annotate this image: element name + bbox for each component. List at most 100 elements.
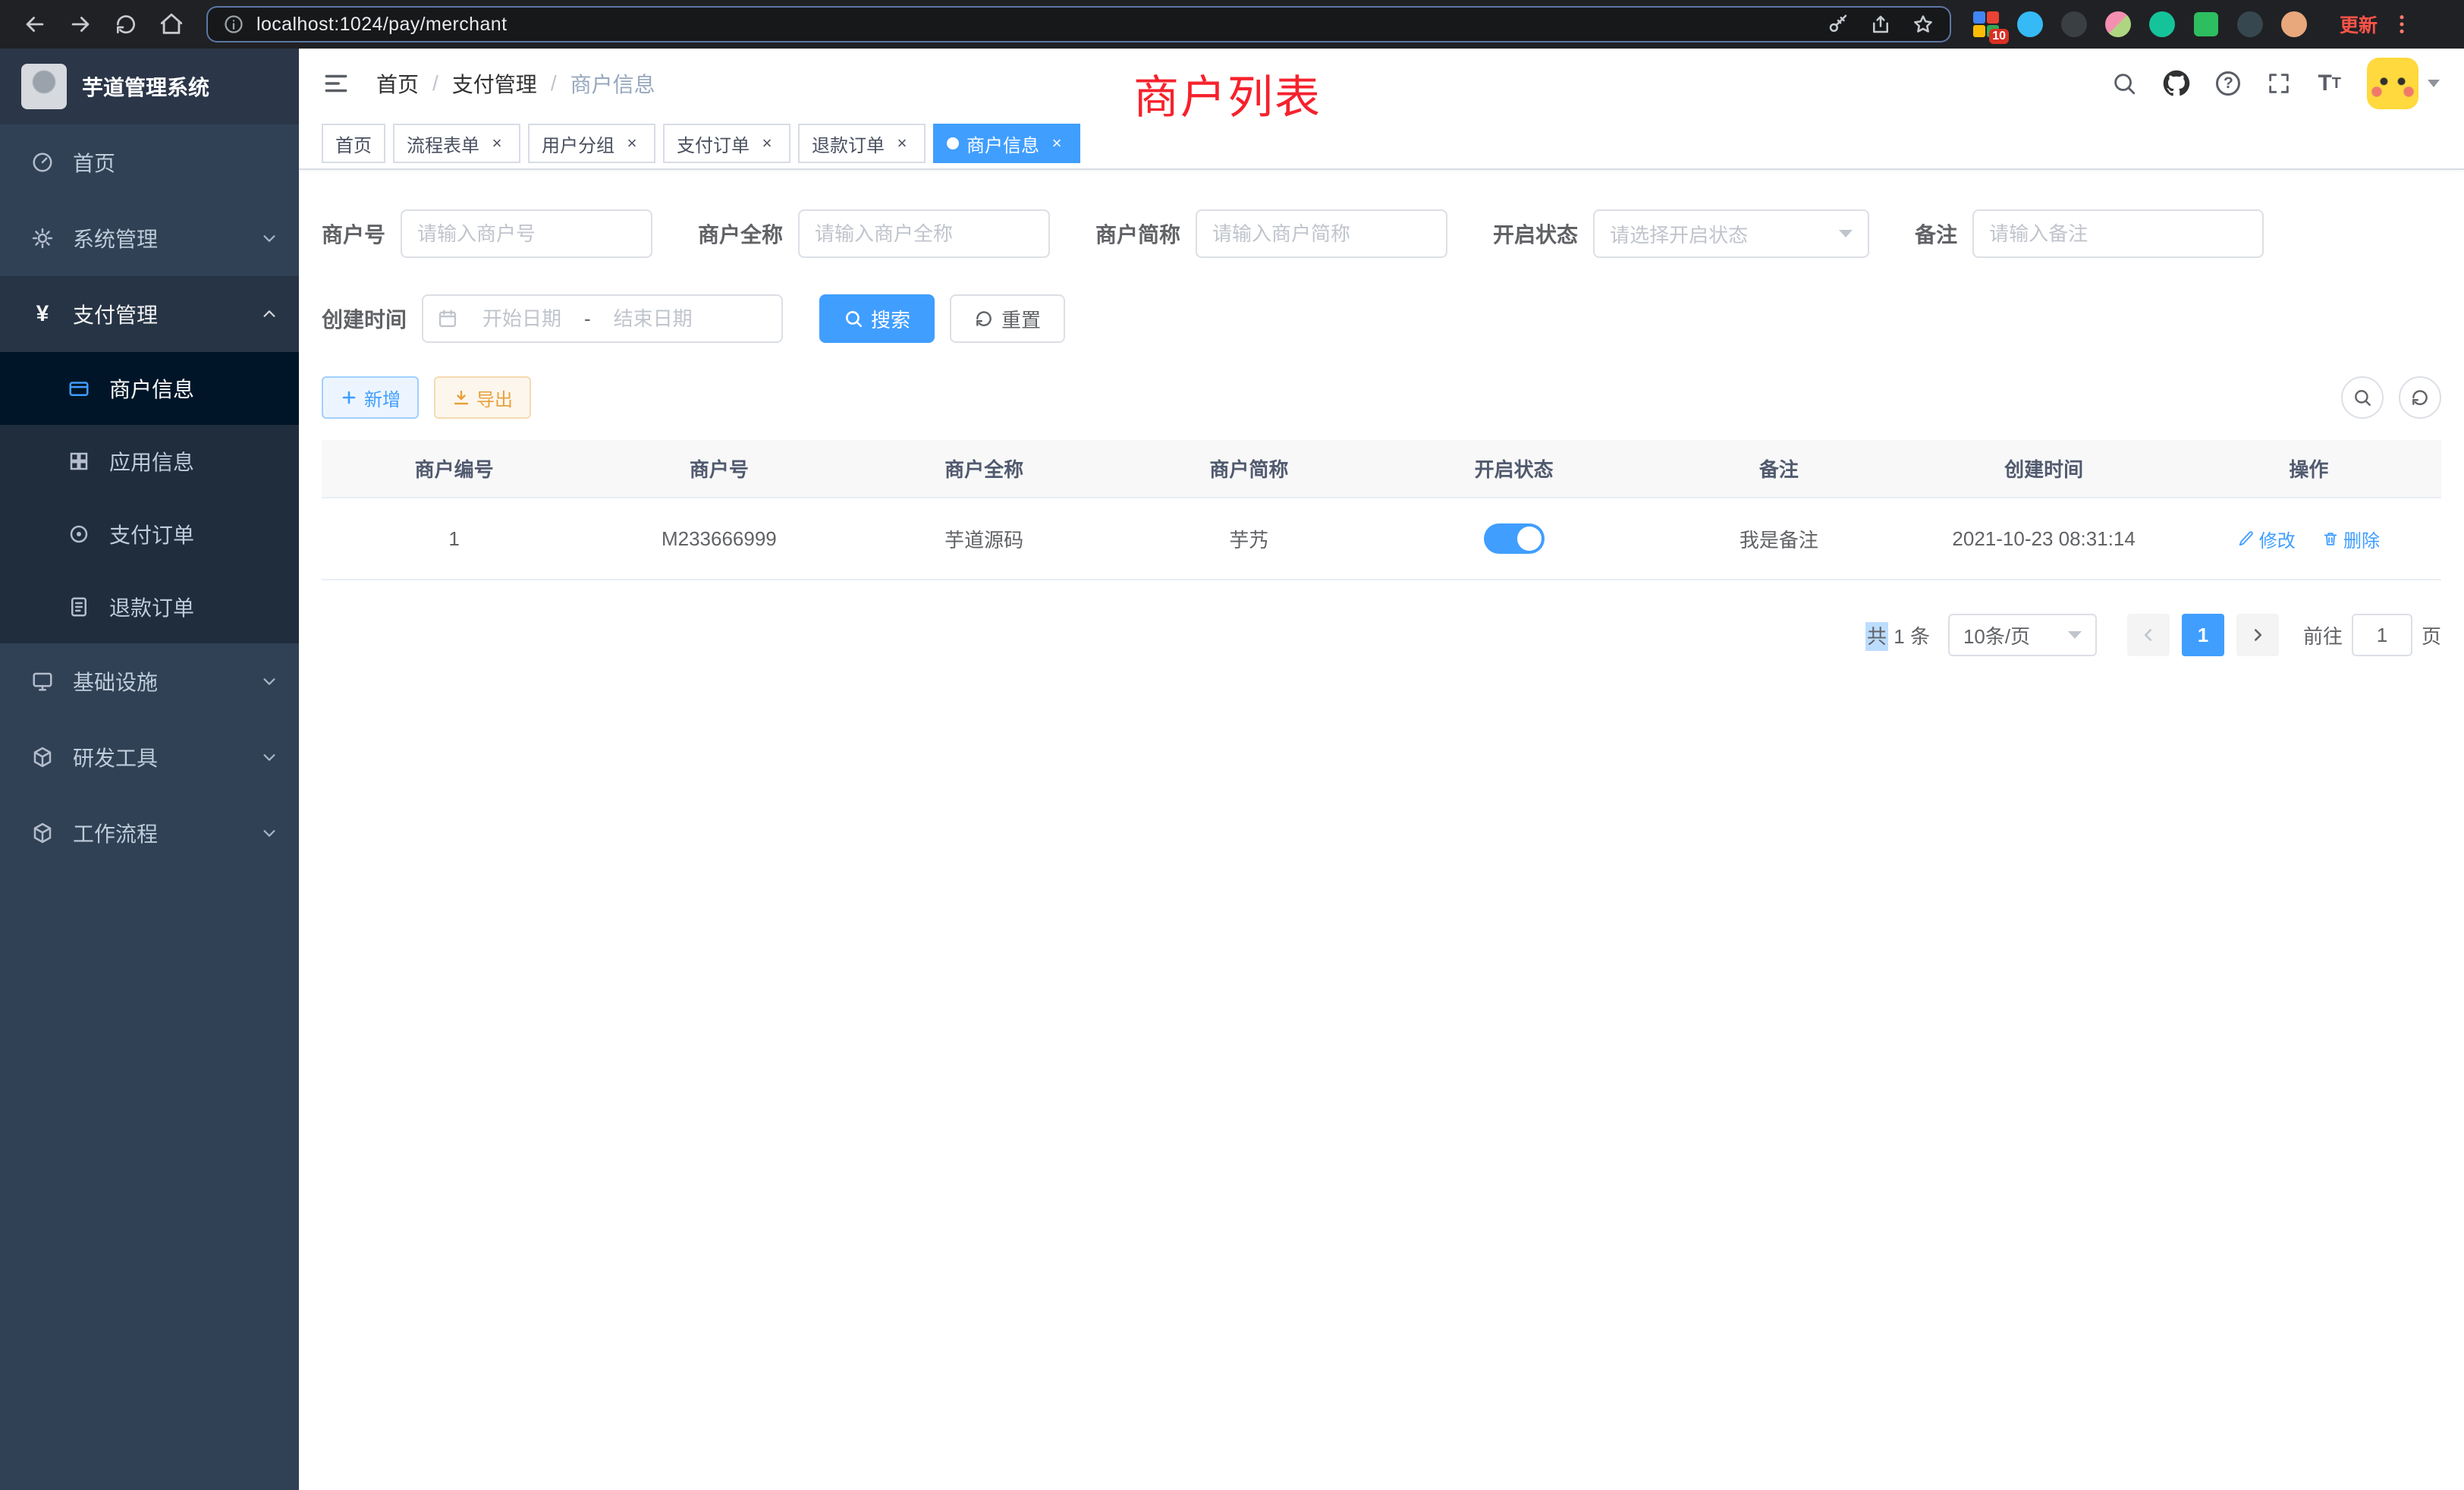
next-page-button[interactable] — [2236, 614, 2279, 656]
extension-orange-icon[interactable] — [2280, 11, 2308, 38]
sidebar-item-home[interactable]: 首页 — [0, 124, 299, 200]
tab-merchant-info[interactable]: 商户信息× — [933, 124, 1080, 163]
box-icon — [29, 746, 56, 769]
filter-status: 开启状态 请选择开启状态 — [1493, 209, 1869, 258]
search-button[interactable]: 搜索 — [819, 294, 935, 343]
goto-page-input[interactable] — [2352, 614, 2412, 656]
tab-close-icon[interactable]: × — [1047, 134, 1067, 153]
status-select[interactable]: 请选择开启状态 — [1593, 209, 1869, 258]
sidebar-item-pay-order[interactable]: 支付订单 — [0, 498, 299, 571]
filter-remark: 备注 — [1915, 209, 2264, 258]
sidebar-item-app-info[interactable]: 应用信息 — [0, 425, 299, 498]
start-date-input[interactable] — [466, 307, 578, 331]
tab-pay-order[interactable]: 支付订单× — [663, 124, 790, 163]
tabs-bar: 首页 流程表单× 用户分组× 支付订单× 退款订单× 商户信息× — [299, 118, 2464, 170]
password-key-icon[interactable] — [1827, 13, 1850, 36]
extension-drop-icon[interactable] — [2016, 11, 2044, 38]
breadcrumb-separator: / — [551, 71, 557, 96]
monitor-icon — [29, 670, 56, 693]
fullscreen-icon[interactable] — [2266, 71, 2292, 96]
site-info-icon[interactable] — [223, 14, 244, 35]
sidebar-item-dev-tools[interactable]: 研发工具 — [0, 719, 299, 795]
filter-row-1: 商户号 商户全称 商户简称 开启状态 请选择开启状态 备注 — [322, 209, 2441, 258]
tab-close-icon[interactable]: × — [892, 134, 912, 153]
header-search-icon[interactable] — [2111, 71, 2137, 96]
browser-home-icon[interactable] — [152, 5, 191, 44]
card-icon — [65, 377, 93, 400]
sidebar-item-refund-order[interactable]: 退款订单 — [0, 571, 299, 643]
browser-back-icon[interactable] — [15, 5, 55, 44]
column-header-actions: 操作 — [2176, 440, 2441, 498]
extension-green-circle-icon[interactable] — [2148, 11, 2176, 38]
bookmark-star-icon[interactable] — [1912, 13, 1934, 36]
browser-menu-icon[interactable] — [2390, 12, 2414, 36]
cell-actions: 修改 删除 — [2176, 498, 2441, 580]
prev-page-button[interactable] — [2127, 614, 2170, 656]
app-logo: 芋道管理系统 — [0, 49, 299, 124]
sidebar-item-system[interactable]: 系统管理 — [0, 200, 299, 276]
tab-user-group[interactable]: 用户分组× — [528, 124, 655, 163]
page-1-button[interactable]: 1 — [2182, 614, 2224, 656]
sidebar-item-infrastructure[interactable]: 基础设施 — [0, 643, 299, 719]
remark-input[interactable] — [1972, 209, 2264, 258]
reset-button[interactable]: 重置 — [950, 294, 1065, 343]
share-icon[interactable] — [1869, 13, 1892, 36]
filter-merchant-no: 商户号 — [322, 209, 652, 258]
breadcrumb-current: 商户信息 — [570, 68, 655, 99]
main-area: 商户列表 首页 / 支付管理 / 商户信息 ? TT 首页 流程表单× 用户 — [299, 49, 2464, 1490]
tab-close-icon[interactable]: × — [622, 134, 642, 153]
edit-link[interactable]: 修改 — [2238, 526, 2296, 552]
tab-home[interactable]: 首页 — [322, 124, 385, 163]
sidebar-item-workflow[interactable]: 工作流程 — [0, 795, 299, 871]
extension-pin-icon[interactable] — [2236, 11, 2264, 38]
merchant-short-name-input[interactable] — [1196, 209, 1447, 258]
document-icon — [65, 596, 93, 618]
date-separator: - — [584, 307, 591, 331]
page-size-select[interactable]: 10条/页 — [1948, 614, 2097, 656]
hamburger-icon[interactable] — [322, 69, 350, 98]
address-bar[interactable]: localhost:1024/pay/merchant — [206, 6, 1951, 42]
dashboard-icon — [29, 151, 56, 174]
tab-close-icon[interactable]: × — [487, 134, 507, 153]
date-range-picker[interactable]: - — [422, 294, 783, 343]
chevron-down-icon — [261, 749, 278, 765]
yen-icon: ¥ — [29, 303, 56, 325]
cell-merchant-no: M233666999 — [586, 498, 851, 580]
merchant-name-input[interactable] — [798, 209, 1050, 258]
sidebar: 芋道管理系统 首页 系统管理 ¥ 支付管理 商户信息 — [0, 49, 299, 1490]
browser-update-button[interactable]: 更新 — [2330, 6, 2387, 42]
browser-forward-icon[interactable] — [61, 5, 100, 44]
toggle-search-icon[interactable] — [2341, 376, 2384, 419]
extension-green-square-icon[interactable] — [2192, 11, 2220, 38]
browser-refresh-icon[interactable] — [106, 5, 146, 44]
sidebar-item-payment[interactable]: ¥ 支付管理 — [0, 276, 299, 352]
github-icon[interactable] — [2163, 70, 2190, 97]
tab-refund-order[interactable]: 退款订单× — [798, 124, 926, 163]
tab-close-icon[interactable]: × — [757, 134, 777, 153]
sidebar-item-merchant-info[interactable]: 商户信息 — [0, 352, 299, 425]
refresh-table-icon[interactable] — [2399, 376, 2441, 419]
export-button[interactable]: 导出 — [434, 376, 531, 419]
status-toggle[interactable] — [1484, 523, 1545, 554]
merchant-no-input[interactable] — [401, 209, 652, 258]
extension-grid-icon[interactable]: 10 — [1972, 11, 2000, 38]
column-header-short-name: 商户简称 — [1117, 440, 1381, 498]
tab-process-form[interactable]: 流程表单× — [393, 124, 520, 163]
extension-avatar-icon[interactable] — [2104, 11, 2132, 38]
table-tools — [2326, 376, 2441, 419]
breadcrumb-home[interactable]: 首页 — [376, 68, 419, 99]
breadcrumb-payment[interactable]: 支付管理 — [452, 68, 537, 99]
add-button[interactable]: 新增 — [322, 376, 419, 419]
page-content: 商户号 商户全称 商户简称 开启状态 请选择开启状态 备注 — [299, 170, 2464, 656]
delete-link[interactable]: 删除 — [2322, 526, 2380, 552]
filter-merchant-name: 商户全称 — [698, 209, 1050, 258]
pagination-total: 共 1 条 — [1865, 621, 1930, 649]
column-header-create-time: 创建时间 — [1912, 440, 2176, 498]
column-header-full-name: 商户全称 — [852, 440, 1117, 498]
app-frame: 芋道管理系统 首页 系统管理 ¥ 支付管理 商户信息 — [0, 49, 2464, 1490]
help-icon[interactable]: ? — [2216, 71, 2240, 96]
font-size-icon[interactable]: TT — [2318, 72, 2341, 95]
extension-dark-icon[interactable] — [2060, 11, 2088, 38]
user-avatar[interactable] — [2367, 58, 2440, 109]
end-date-input[interactable] — [597, 307, 709, 331]
